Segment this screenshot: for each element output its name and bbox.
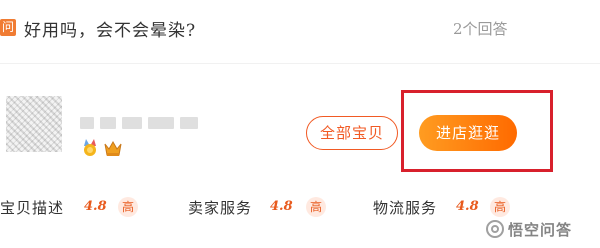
watermark-text: 悟空问答 [508, 220, 573, 239]
shop-logo[interactable] [6, 96, 62, 152]
question-text[interactable]: 好用吗，会不会晕染? [24, 16, 196, 41]
rating-level-description: 高 [118, 197, 138, 217]
question-badge: 问 [0, 19, 16, 36]
rating-score-logistics: 4.8 [456, 199, 479, 214]
crown-icon [103, 138, 123, 158]
watermark: 悟空问答 [486, 215, 600, 243]
rating-score-description: 4.8 [84, 199, 107, 214]
rating-label-service: 卖家服务 [188, 199, 253, 217]
highlight-annotation-box [401, 90, 553, 172]
rating-level-service: 高 [306, 197, 326, 217]
rating-label-description: 宝贝描述 [0, 199, 65, 217]
medal-icon [80, 138, 100, 158]
divider [0, 63, 600, 64]
rating-level-logistics: 高 [490, 197, 510, 217]
watermark-logo-icon [486, 220, 504, 238]
rating-score-service: 4.8 [270, 199, 293, 214]
rating-label-logistics: 物流服务 [373, 199, 438, 217]
shop-name-blurred[interactable] [80, 113, 205, 133]
all-items-button[interactable]: 全部宝贝 [306, 116, 398, 150]
answer-count[interactable]: 2个回答 [453, 18, 508, 39]
